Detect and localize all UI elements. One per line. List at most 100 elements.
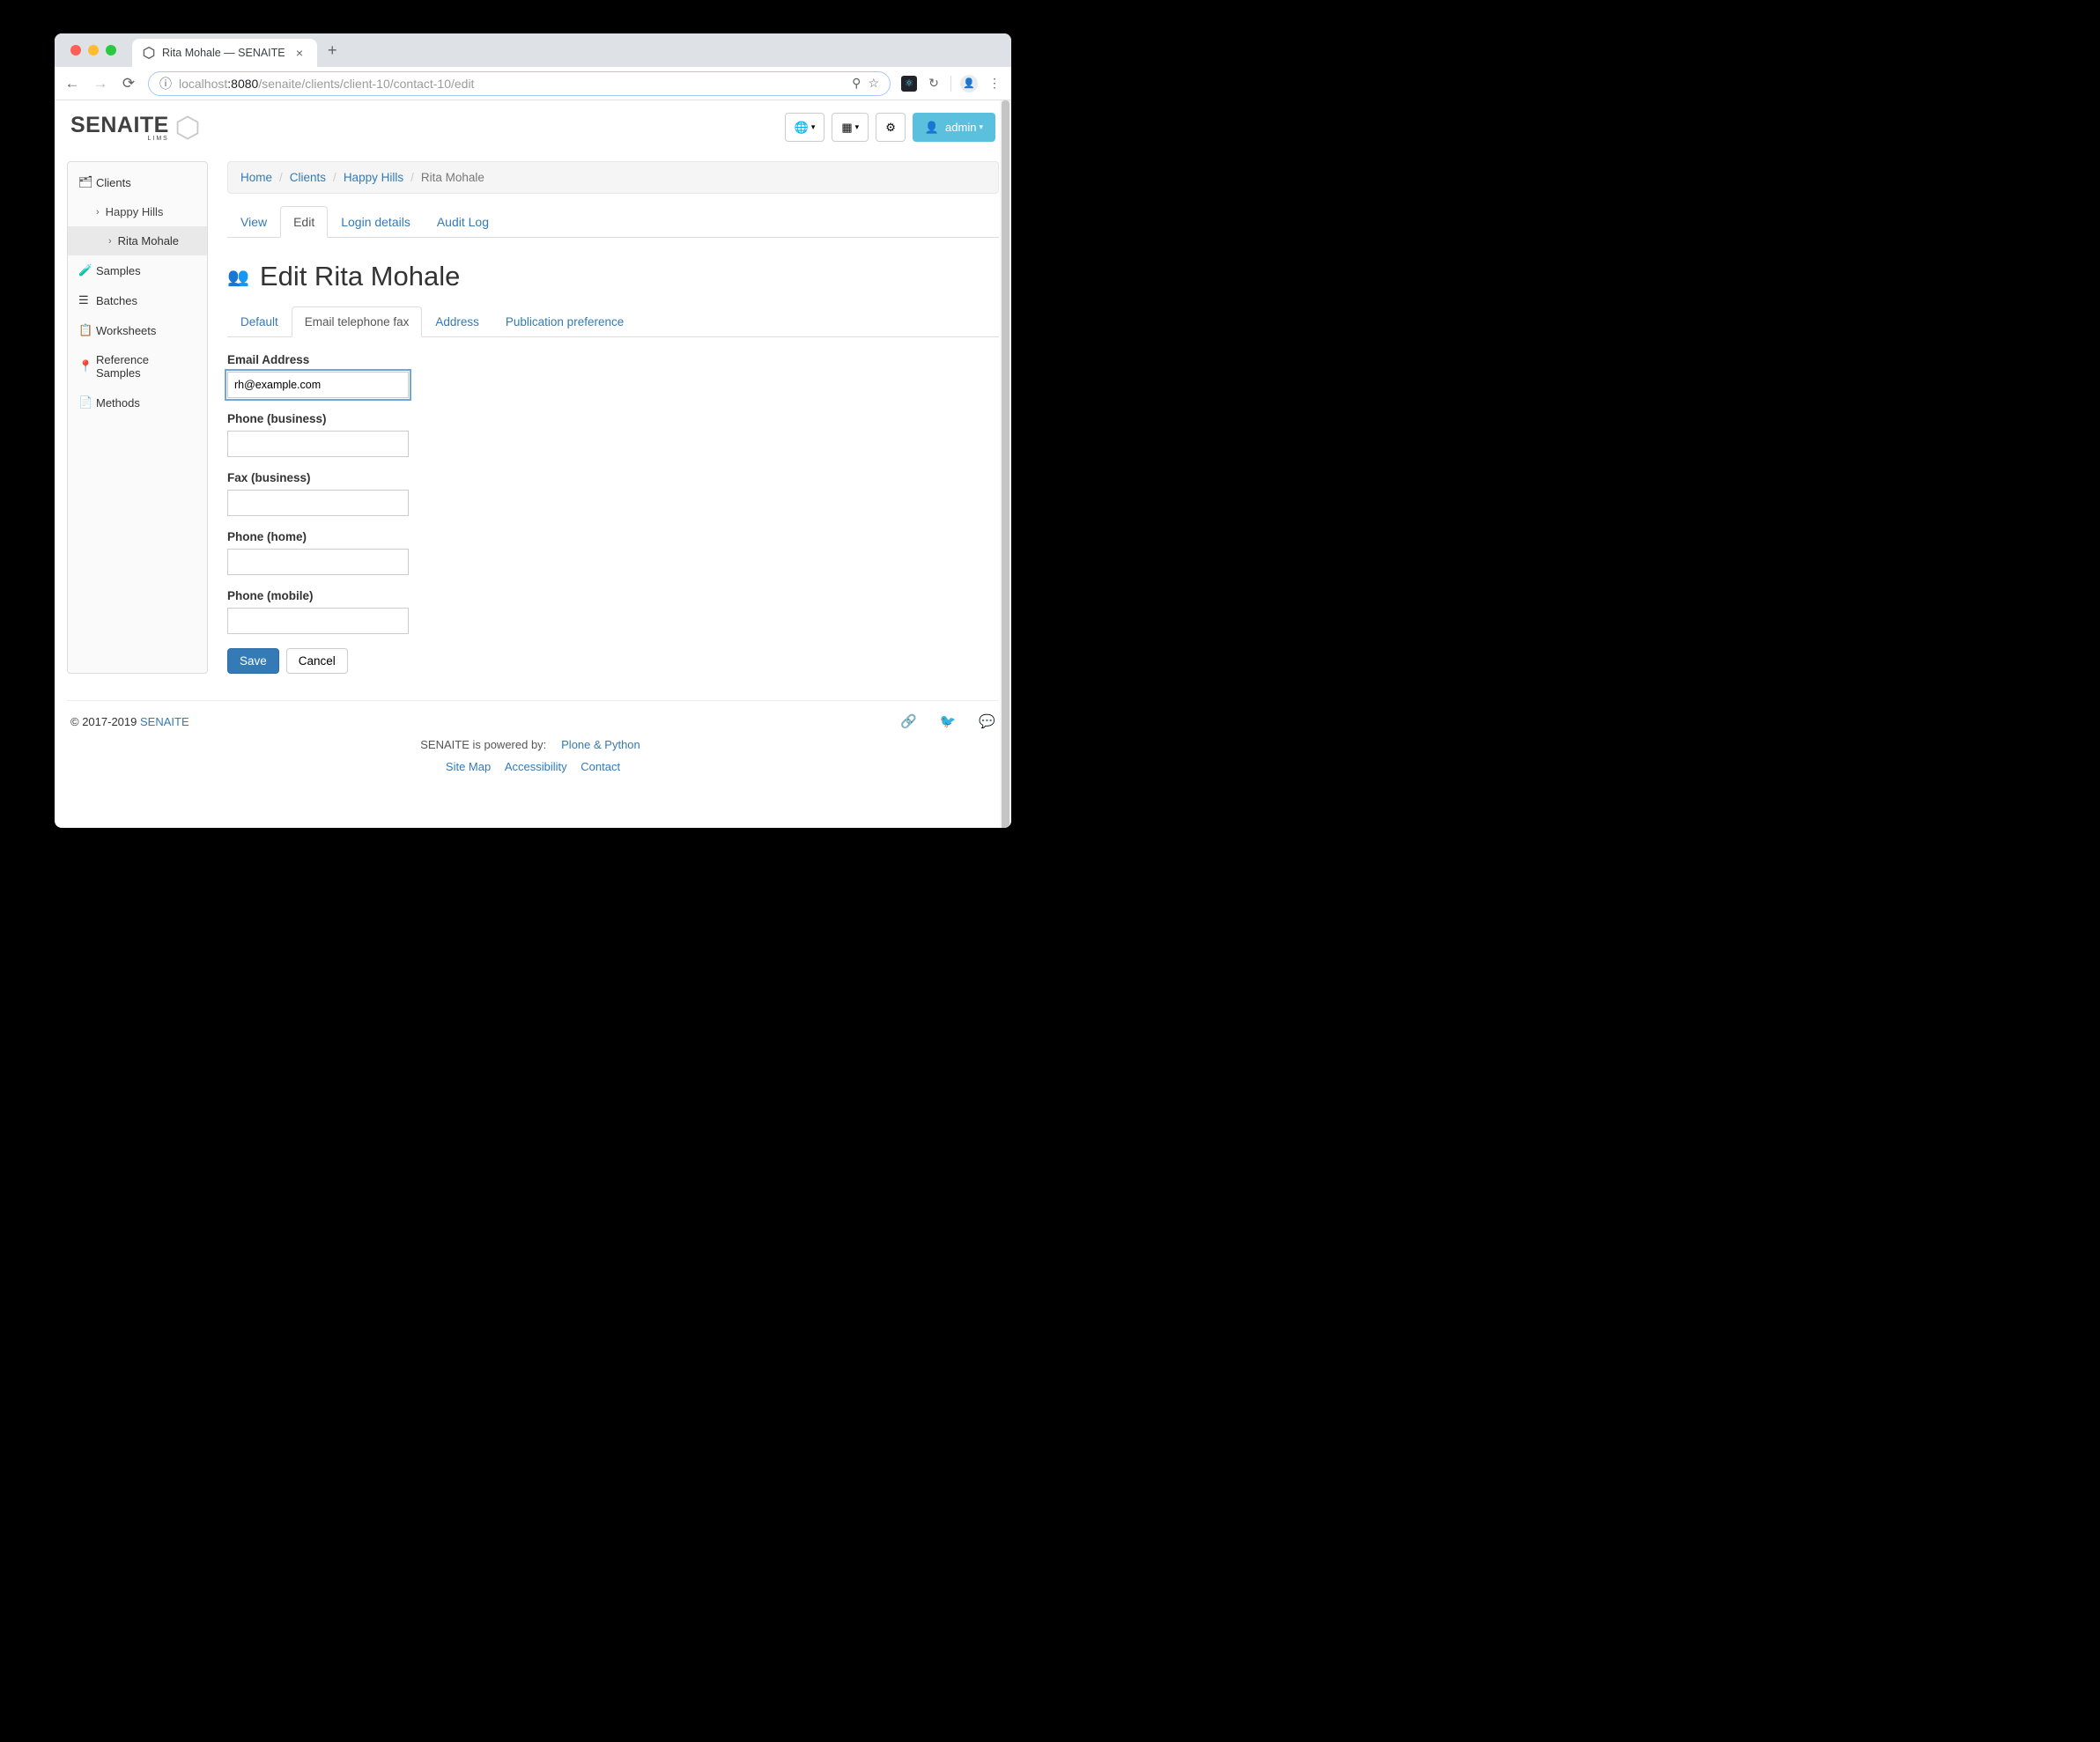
url-text: localhost:8080/senaite/clients/client-10… — [179, 77, 845, 91]
breadcrumb-happy-hills[interactable]: Happy Hills — [344, 171, 403, 184]
phone-home-label: Phone (home) — [227, 530, 999, 543]
extension-icons: ⚛ ↻ 👤 ⋮ — [901, 75, 1002, 92]
site-info-icon[interactable]: ⓘ — [159, 75, 172, 92]
tab-title: Rita Mohale — SENAITE — [162, 47, 292, 59]
twitter-icon[interactable]: 🐦 — [940, 713, 957, 729]
subtab-publication-preference[interactable]: Publication preference — [492, 306, 637, 337]
app-header: SENAITE LIMS 🌐▾ ▦▾ ⚙ 👤 admin ▾ — [55, 100, 1011, 161]
save-button[interactable]: Save — [227, 648, 279, 674]
chevron-right-icon: › — [108, 236, 112, 247]
sidebar-item-happy-hills[interactable]: › Happy Hills — [68, 197, 207, 226]
plone-python-link[interactable]: Plone & Python — [561, 738, 640, 751]
email-field-group: Email Address — [227, 353, 999, 398]
chevron-right-icon: › — [96, 207, 100, 218]
subtab-address[interactable]: Address — [422, 306, 492, 337]
sub-tabs: Default Email telephone fax Address Publ… — [227, 306, 999, 337]
fax-input[interactable] — [227, 490, 409, 516]
sidebar-item-rita-mohale[interactable]: › Rita Mohale — [68, 226, 207, 255]
url-field[interactable]: ⓘ localhost:8080/senaite/clients/client-… — [148, 71, 891, 96]
new-tab-button[interactable]: + — [317, 41, 348, 60]
minimize-window-button[interactable] — [88, 45, 99, 55]
subtab-email-telephone-fax[interactable]: Email telephone fax — [292, 306, 423, 337]
breadcrumb: Home / Clients / Happy Hills / Rita Moha… — [227, 161, 999, 194]
reload-button[interactable]: ⟳ — [120, 75, 137, 92]
caret-down-icon: ▾ — [811, 122, 816, 132]
email-input[interactable] — [227, 372, 409, 398]
forward-button[interactable]: → — [92, 75, 109, 92]
sidebar-item-clients[interactable]: 🗂 Clients — [68, 167, 207, 197]
sidebar-item-batches[interactable]: ☰ Batches — [68, 285, 207, 315]
accessibility-link[interactable]: Accessibility — [505, 760, 567, 773]
phone-business-field-group: Phone (business) — [227, 412, 999, 457]
maximize-window-button[interactable] — [106, 45, 116, 55]
tab-view[interactable]: View — [227, 206, 280, 238]
phone-business-input[interactable] — [227, 431, 409, 457]
main-content: Home / Clients / Happy Hills / Rita Moha… — [227, 161, 999, 674]
sitemap-link[interactable]: Site Map — [446, 760, 491, 773]
samples-icon: 🧪 — [78, 263, 90, 277]
language-button[interactable]: 🌐▾ — [785, 113, 825, 142]
extension-sync-icon[interactable]: ↻ — [926, 76, 942, 92]
breadcrumb-current: Rita Mohale — [421, 171, 484, 184]
footer-links: Site Map Accessibility Contact — [70, 760, 995, 773]
sidebar-item-samples[interactable]: 🧪 Samples — [68, 255, 207, 285]
grid-icon: ▦ — [841, 121, 852, 135]
react-devtools-icon[interactable]: ⚛ — [901, 76, 917, 92]
breadcrumb-clients[interactable]: Clients — [290, 171, 326, 184]
footer-senaite-link[interactable]: SENAITE — [140, 715, 189, 728]
browser-window: Rita Mohale — SENAITE × + ← → ⟳ ⓘ localh… — [55, 33, 1011, 828]
tab-edit[interactable]: Edit — [280, 206, 328, 238]
phone-home-input[interactable] — [227, 549, 409, 575]
settings-button[interactable]: ⚙ — [876, 113, 906, 142]
search-icon[interactable]: ⚲ — [852, 76, 861, 91]
browser-tab[interactable]: Rita Mohale — SENAITE × — [132, 39, 317, 67]
page-tabs: View Edit Login details Audit Log — [227, 206, 999, 238]
scrollbar[interactable] — [1000, 100, 1011, 828]
email-label: Email Address — [227, 353, 999, 366]
batches-icon: ☰ — [78, 293, 90, 307]
window-controls — [63, 45, 123, 55]
user-menu-button[interactable]: 👤 admin ▾ — [913, 113, 995, 142]
breadcrumb-home[interactable]: Home — [240, 171, 272, 184]
chat-icon[interactable]: 💬 — [979, 713, 995, 729]
header-buttons: 🌐▾ ▦▾ ⚙ 👤 admin ▾ — [785, 113, 995, 142]
phone-mobile-input[interactable] — [227, 608, 409, 634]
tab-login-details[interactable]: Login details — [328, 206, 424, 238]
sidebar: 🗂 Clients › Happy Hills › Rita Mohale 🧪 … — [67, 161, 208, 674]
bookmark-star-icon[interactable]: ☆ — [868, 76, 879, 91]
senaite-logo[interactable]: SENAITE LIMS — [70, 113, 201, 142]
senaite-favicon-icon — [143, 47, 155, 59]
profile-avatar-icon[interactable]: 👤 — [960, 75, 978, 92]
clients-icon: 🗂 — [78, 175, 90, 189]
globe-icon: 🌐 — [795, 121, 809, 135]
subtab-default[interactable]: Default — [227, 306, 292, 337]
fax-field-group: Fax (business) — [227, 471, 999, 516]
caret-down-icon: ▾ — [855, 122, 860, 132]
gear-icon: ⚙ — [885, 121, 896, 135]
sidebar-item-methods[interactable]: 📄 Methods — [68, 388, 207, 417]
footer: © 2017-2019 SENAITE 🔗 🐦 💬 SENAITE is pow… — [67, 700, 999, 791]
user-icon: 👤 — [925, 121, 939, 135]
page-title: 👥 Edit Rita Mohale — [227, 261, 999, 292]
edit-form: Email Address Phone (business) Fax (busi… — [227, 353, 999, 674]
sidebar-item-reference-samples[interactable]: 📍 Reference Samples — [68, 345, 207, 388]
chrome-menu-icon[interactable]: ⋮ — [987, 76, 1002, 92]
tab-audit-log[interactable]: Audit Log — [424, 206, 502, 238]
close-window-button[interactable] — [70, 45, 81, 55]
contact-link[interactable]: Contact — [580, 760, 620, 773]
worksheets-icon: 📋 — [78, 323, 90, 337]
separator — [950, 76, 951, 92]
tab-close-icon[interactable]: × — [292, 46, 307, 60]
sidebar-item-worksheets[interactable]: 📋 Worksheets — [68, 315, 207, 345]
phone-mobile-label: Phone (mobile) — [227, 589, 999, 602]
phone-business-label: Phone (business) — [227, 412, 999, 425]
cancel-button[interactable]: Cancel — [286, 648, 348, 674]
github-icon[interactable]: 🔗 — [900, 713, 917, 729]
scrollbar-thumb[interactable] — [1002, 100, 1009, 828]
back-button[interactable]: ← — [63, 75, 81, 92]
methods-icon: 📄 — [78, 395, 90, 410]
address-bar: ← → ⟳ ⓘ localhost:8080/senaite/clients/c… — [55, 67, 1011, 100]
apps-button[interactable]: ▦▾ — [832, 113, 869, 142]
phone-home-field-group: Phone (home) — [227, 530, 999, 575]
form-buttons: Save Cancel — [227, 648, 999, 674]
